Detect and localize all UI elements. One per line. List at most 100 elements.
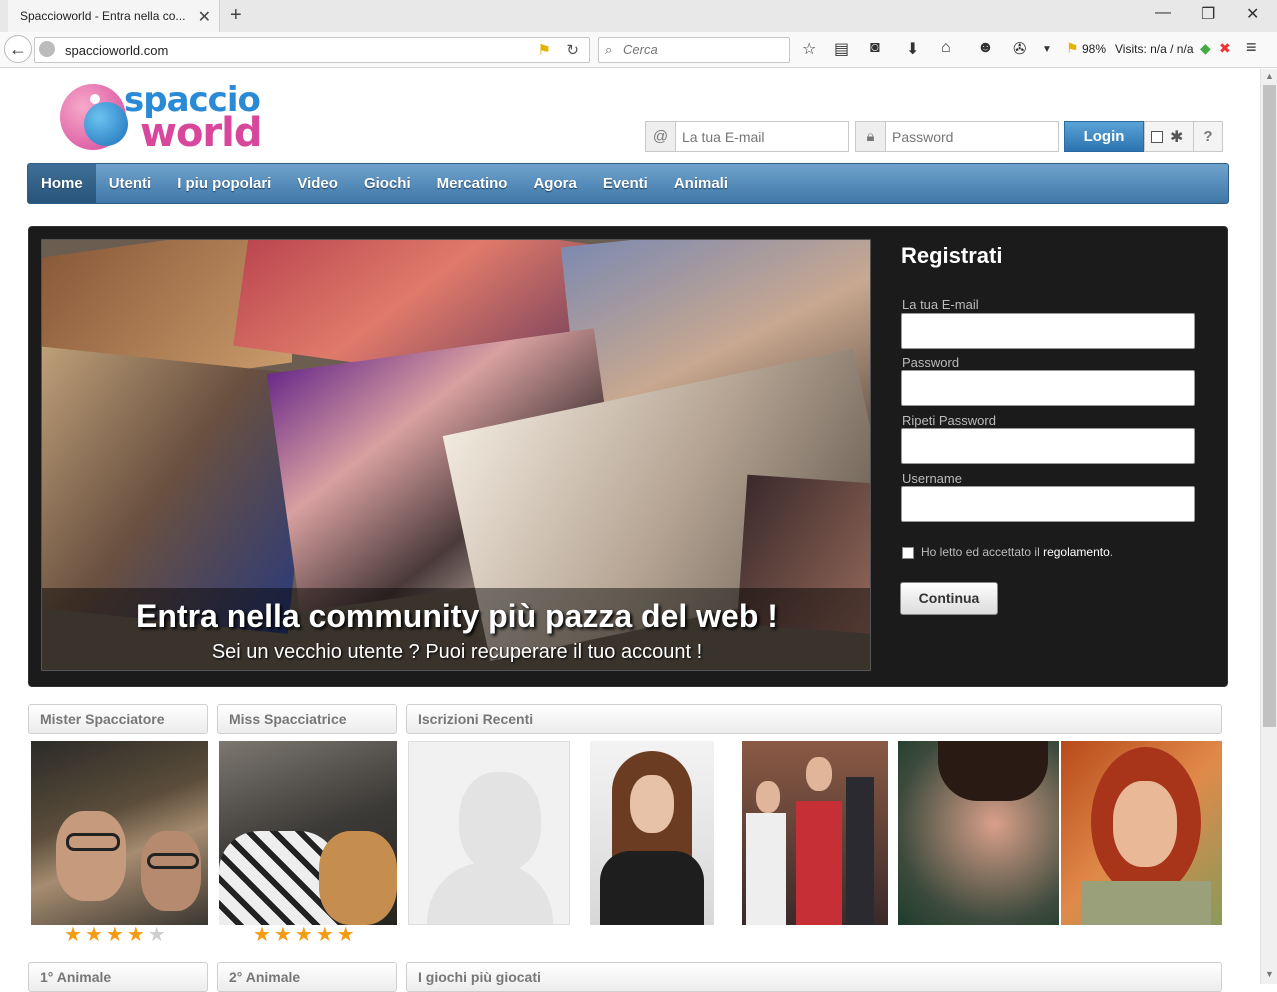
menu-item-eventi[interactable]: Eventi: [590, 164, 661, 203]
recent-user-photo-4[interactable]: [1061, 741, 1222, 925]
logo-word-world: world: [140, 110, 263, 156]
menu-item-giochi[interactable]: Giochi: [351, 164, 424, 203]
section-animal-1[interactable]: 1° Animale: [28, 962, 208, 992]
star-filled-icon: ★: [315, 924, 337, 946]
tab-title: Spaccioworld - Entra nella co...: [20, 9, 186, 23]
register-repeat-label: Ripeti Password: [902, 413, 996, 428]
hero-title: Entra nella community più pazza del web …: [136, 598, 778, 634]
section-miss[interactable]: Miss Spacciatrice: [217, 704, 397, 734]
recent-user-photo-2[interactable]: [742, 741, 888, 925]
register-repeat-password-input[interactable]: [901, 428, 1195, 464]
hello-icon[interactable]: ☻: [977, 39, 994, 57]
menu-item-animali[interactable]: Animali: [661, 164, 741, 203]
section-animal-2[interactable]: 2° Animale: [217, 962, 397, 992]
menu-item-home[interactable]: Home: [28, 164, 96, 203]
login-email-input[interactable]: [676, 122, 846, 151]
logo-pacman-blue: [84, 102, 128, 146]
home-icon[interactable]: ⌂: [941, 39, 951, 57]
pocket-icon[interactable]: ◙: [870, 39, 880, 57]
accept-terms-label: Ho letto ed accettato il: [921, 545, 1040, 559]
browser-search-box[interactable]: ⌕: [598, 37, 790, 63]
bookmark-star-icon[interactable]: ☆: [802, 39, 816, 59]
menu-item-video[interactable]: Video: [284, 164, 351, 203]
miss-photo[interactable]: [219, 741, 397, 925]
register-username-input[interactable]: [901, 486, 1195, 522]
back-arrow-icon[interactable]: ←: [4, 35, 32, 63]
mister-photo[interactable]: [31, 741, 208, 925]
reading-list-icon[interactable]: ▤: [834, 39, 849, 59]
register-email-label: La tua E-mail: [902, 297, 979, 312]
login-email-field: @: [645, 121, 849, 152]
page-scrollbar[interactable]: ▲ ▼: [1260, 69, 1277, 984]
star-filled-icon: ★: [105, 924, 127, 946]
menu-item-mercatino[interactable]: Mercatino: [424, 164, 521, 203]
continue-button[interactable]: Continua: [900, 582, 998, 615]
login-form: @ 🔒︎: [645, 121, 1059, 152]
scroll-up-icon[interactable]: ▲: [1265, 71, 1274, 81]
menu-hamburger-icon[interactable]: ≡: [1246, 37, 1257, 58]
new-tab-icon[interactable]: +: [230, 4, 242, 27]
hero-panel: Entra nella community più pazza del web …: [28, 226, 1228, 687]
addon-icon[interactable]: ✇: [1013, 39, 1026, 59]
register-password-label: Password: [902, 355, 960, 370]
miss-rating: ★★★★★: [253, 922, 358, 947]
lock-icon: 🔒︎: [856, 122, 886, 151]
menu-item-agora[interactable]: Agora: [520, 164, 589, 203]
url-text[interactable]: spaccioworld.com: [65, 43, 168, 58]
accept-terms-text: Ho letto ed accettato il regolamento.: [921, 545, 1113, 559]
register-password-input[interactable]: [901, 370, 1195, 406]
hero-collage-image: Entra nella community più pazza del web …: [41, 239, 871, 671]
accept-terms-checkbox[interactable]: [902, 547, 914, 559]
star-filled-icon: ★: [126, 924, 148, 946]
flag-icon[interactable]: ⚑: [538, 41, 551, 59]
main-menu: Home Utenti I piu popolari Video Giochi …: [27, 163, 1229, 204]
browser-tab[interactable]: Spaccioworld - Entra nella co... ✕: [8, 0, 220, 32]
hero-subtitle[interactable]: Sei un vecchio utente ? Puoi recuperare …: [42, 641, 870, 664]
zoom-level: 98%: [1082, 42, 1107, 56]
login-password-input[interactable]: [886, 122, 1054, 151]
dropdown-arrow-icon[interactable]: ▼: [1042, 44, 1052, 55]
register-title: Registrati: [901, 243, 1003, 268]
recent-user-photo-1[interactable]: [590, 741, 714, 925]
remember-me-checkbox[interactable]: [1151, 131, 1163, 143]
regolamento-link[interactable]: regolamento: [1043, 545, 1110, 559]
address-bar[interactable]: spaccioworld.com ⚑ ↻: [34, 37, 590, 63]
recent-user-photo-3[interactable]: [898, 741, 1059, 925]
window-close-icon[interactable]: ✕: [1246, 4, 1259, 24]
register-username-label: Username: [902, 471, 962, 486]
browser-search-input[interactable]: [623, 42, 783, 57]
section-mister[interactable]: Mister Spacciatore: [28, 704, 208, 734]
section-games[interactable]: I giochi più giocati: [406, 962, 1222, 992]
gear-icon[interactable]: ✱: [1170, 127, 1183, 147]
register-email-input[interactable]: [901, 313, 1195, 349]
restore-icon[interactable]: ❐: [1201, 4, 1215, 24]
extension-icon[interactable]: ◆: [1200, 40, 1211, 57]
section-recent[interactable]: Iscrizioni Recenti: [406, 704, 1222, 734]
at-sign-icon: @: [646, 122, 676, 151]
star-filled-icon: ★: [273, 924, 295, 946]
login-button[interactable]: Login: [1064, 121, 1144, 152]
scroll-down-icon[interactable]: ▼: [1265, 969, 1274, 979]
reload-icon[interactable]: ↻: [566, 41, 579, 59]
logo-eye: [90, 94, 100, 104]
hero-caption: Entra nella community più pazza del web …: [42, 588, 870, 670]
site-info-icon[interactable]: [39, 41, 55, 57]
visits-counter: Visits: n/a / n/a: [1115, 42, 1194, 56]
menu-item-utenti[interactable]: Utenti: [96, 164, 165, 203]
star-filled-icon: ★: [84, 924, 106, 946]
help-button[interactable]: ?: [1193, 121, 1223, 152]
menu-item-popolari[interactable]: I piu popolari: [164, 164, 284, 203]
browser-nav-bar: ← spaccioworld.com ⚑ ↻ ⌕ ☆ ▤ ◙ ⬇ ⌂ ☻ ✇ ▼…: [0, 32, 1277, 68]
block-icon[interactable]: ✖: [1219, 40, 1231, 57]
login-options: ✱: [1144, 121, 1194, 152]
minimize-icon[interactable]: —: [1155, 4, 1171, 22]
recent-user-placeholder-avatar[interactable]: [408, 741, 570, 925]
site-logo[interactable]: spaccio world: [58, 80, 268, 156]
scrollbar-thumb[interactable]: [1263, 85, 1276, 727]
accept-terms-period: .: [1109, 545, 1114, 559]
star-filled-icon: ★: [64, 924, 85, 946]
star-filled-icon: ★: [336, 924, 358, 946]
close-tab-icon[interactable]: ✕: [198, 7, 211, 27]
flag-yellow-icon: ⚑: [1066, 40, 1079, 56]
download-icon[interactable]: ⬇: [906, 39, 919, 59]
